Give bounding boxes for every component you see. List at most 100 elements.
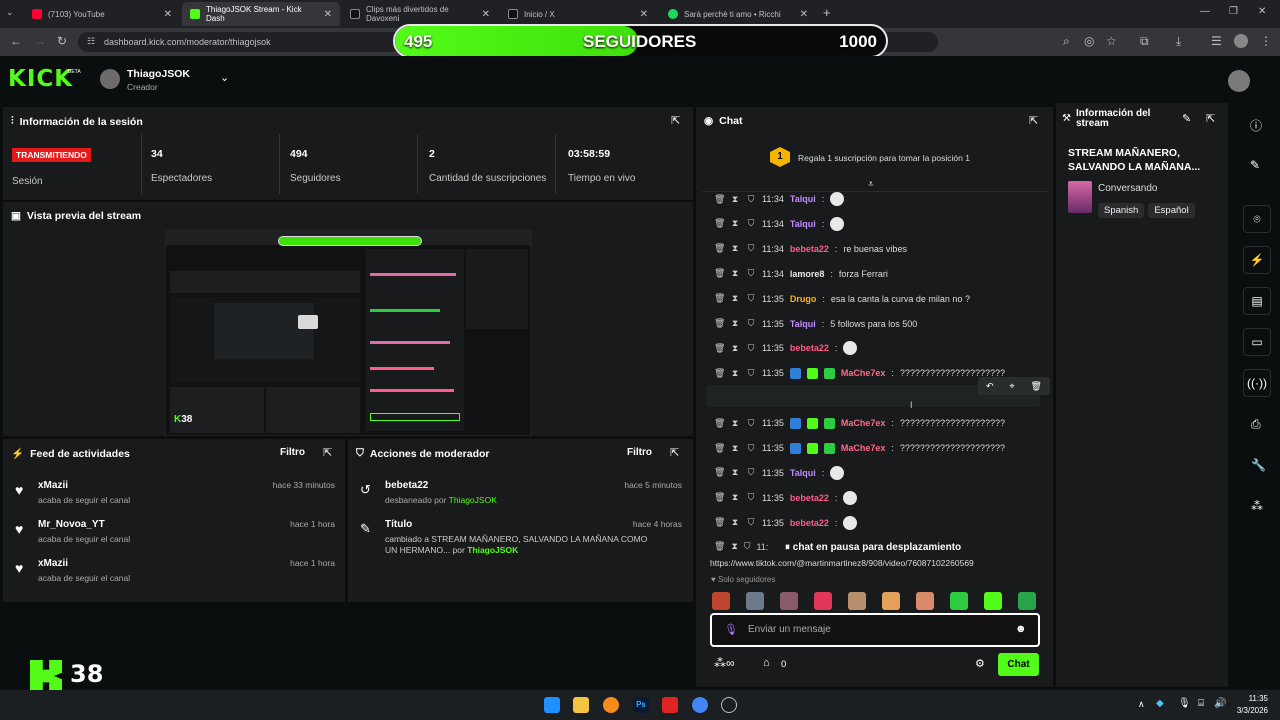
star-icon[interactable]: ☆: [1106, 34, 1117, 48]
pin-icon[interactable]: ⌖: [1010, 381, 1015, 392]
expand-icon[interactable]: ⇱: [1029, 114, 1038, 127]
trash-icon[interactable]: 🗑: [714, 218, 725, 229]
wps-icon[interactable]: [662, 697, 678, 713]
close-icon[interactable]: ✕: [324, 9, 332, 20]
trash-icon[interactable]: 🗑: [1031, 381, 1042, 392]
tab-x[interactable]: Inicio / X ✕: [500, 2, 656, 26]
emote-button[interactable]: [882, 592, 900, 610]
ban-icon[interactable]: ⛉: [746, 443, 756, 454]
gift-promo-text[interactable]: Regala 1 suscripción para tomar la posic…: [798, 153, 970, 163]
chat-paused-banner[interactable]: ⏸ chat en pausa para desplazamiento: [782, 542, 965, 553]
kick-logo[interactable]: KICK: [8, 66, 73, 92]
tray-overflow-icon[interactable]: ∧: [1138, 699, 1145, 710]
trash-icon[interactable]: 🗑: [714, 293, 725, 304]
site-info-icon[interactable]: ☷: [87, 36, 95, 47]
microphone-icon[interactable]: 🎙: [724, 623, 738, 636]
chat-message[interactable]: 🗑 ⧗ ⛉ 11:34 Talqui:: [714, 214, 845, 234]
back-icon[interactable]: ←: [10, 34, 22, 48]
chat-input[interactable]: 🎙 Enviar un mensaje ☻: [710, 613, 1040, 647]
chat-username[interactable]: Talqui: [790, 319, 816, 329]
info-icon[interactable]: ⓘ: [1250, 117, 1262, 134]
chat-username[interactable]: bebeta22: [790, 244, 829, 254]
obs-icon[interactable]: [721, 697, 737, 713]
points-icon[interactable]: ⁂∞: [714, 656, 735, 670]
trash-icon[interactable]: 🗑: [714, 243, 725, 254]
chat-username[interactable]: MaChe7ex: [841, 368, 886, 378]
chat-message[interactable]: 🗑 ⧗ ⛉ 11:34 Talqui:: [714, 189, 845, 209]
trash-icon[interactable]: 🗑: [714, 368, 725, 379]
emote-button[interactable]: [984, 592, 1002, 610]
trash-icon[interactable]: 🗑: [714, 194, 725, 205]
timeout-icon[interactable]: ⧗: [730, 218, 740, 229]
emoji-icon[interactable]: ☻: [1015, 623, 1027, 635]
reply-icon[interactable]: ↶: [986, 381, 994, 392]
emote-button[interactable]: [746, 592, 764, 610]
menu-icon[interactable]: ⋮: [1260, 34, 1272, 48]
ban-icon[interactable]: ⛉: [746, 293, 756, 304]
chat-message[interactable]: 🗑 ⧗ ⛉ 11:35 Talqui:: [714, 463, 845, 483]
category-name[interactable]: Conversando: [1098, 183, 1157, 194]
chat-username[interactable]: Talqui: [790, 468, 816, 478]
chat-message[interactable]: 🗑 ⧗ ⛉ 11:35 bebeta22:: [714, 513, 858, 533]
close-icon[interactable]: ✕: [800, 9, 808, 20]
expand-icon[interactable]: ⇱: [1206, 112, 1215, 125]
community-icon[interactable]: ⁂: [1251, 499, 1263, 513]
timeout-icon[interactable]: ⧗: [730, 467, 740, 478]
chat-message[interactable]: 🗑 ⧗ ⛉ 11:34 bebeta22: re buenas vibes: [714, 239, 907, 259]
chat-username[interactable]: Talqui: [790, 219, 816, 229]
filter-button[interactable]: Filtro: [627, 447, 652, 458]
minimize-icon[interactable]: —: [1200, 6, 1210, 17]
wrench-icon[interactable]: 🔧: [1251, 458, 1266, 472]
expand-icon[interactable]: ⇱: [671, 114, 680, 127]
category-thumbnail[interactable]: [1068, 181, 1092, 213]
emote-button[interactable]: [950, 592, 968, 610]
timeout-icon[interactable]: ⧗: [730, 318, 740, 329]
clipboard-icon[interactable]: ▤: [1243, 287, 1271, 315]
ban-icon[interactable]: ⛉: [746, 368, 756, 379]
timeout-icon[interactable]: ⧗: [730, 492, 740, 503]
trash-icon[interactable]: 🗑: [714, 268, 725, 279]
channel-avatar[interactable]: [100, 69, 120, 89]
tab-youtube[interactable]: (7103) YouTube ✕: [24, 2, 180, 26]
ban-icon[interactable]: ⛉: [746, 194, 756, 205]
tag[interactable]: Español: [1148, 203, 1195, 218]
file-explorer-icon[interactable]: [573, 697, 589, 713]
trash-icon[interactable]: 🗑: [714, 517, 725, 528]
trash-icon[interactable]: 🗑: [714, 443, 725, 454]
emote-button[interactable]: [712, 592, 730, 610]
ban-icon[interactable]: ⛉: [746, 418, 756, 429]
chat-message[interactable]: 🗑 ⧗ ⛉ 11:35 bebeta22:: [714, 488, 858, 508]
trash-icon[interactable]: 🗑: [714, 467, 725, 478]
close-window-icon[interactable]: ✕: [1258, 6, 1266, 17]
ban-icon[interactable]: ⛉: [746, 517, 756, 528]
trash-icon[interactable]: 🗑: [714, 492, 725, 503]
microphone-tray-icon[interactable]: 🎙: [1178, 698, 1191, 709]
timeout-icon[interactable]: ⧗: [730, 418, 740, 429]
tab-tiktok[interactable]: Clips más divertidos de Davoxeni ✕: [342, 2, 498, 26]
chat-message[interactable]: 🗑 ⧗ ⛉ 11:35 MaChe7ex:?????????????????????: [714, 413, 1005, 433]
store-icon[interactable]: ⌂: [763, 657, 770, 669]
chat-message[interactable]: 🗑 ⧗ ⛉ 11:35 Drugo: esa la canta la curva de m…: [714, 289, 970, 309]
ban-icon[interactable]: ⛉: [746, 467, 756, 478]
tag[interactable]: Spanish: [1098, 203, 1145, 218]
chat-settings-icon[interactable]: ⚙: [975, 657, 985, 670]
lightning-icon[interactable]: ⚡: [1243, 246, 1271, 274]
edit-icon[interactable]: ✎: [1182, 112, 1191, 125]
tab-kick-dashboard[interactable]: ThiagoJSOK Stream - Kick Dash ✕: [182, 2, 340, 26]
maximize-icon[interactable]: ❐: [1229, 6, 1238, 17]
emote-button[interactable]: [1018, 592, 1036, 610]
blender-icon[interactable]: [603, 697, 619, 713]
filter-button[interactable]: Filtro: [280, 447, 305, 458]
tab-spotify[interactable]: Sarà perchè ti amo • Ricchi ✕: [660, 2, 816, 26]
reload-icon[interactable]: ↻: [57, 34, 67, 48]
zoom-icon[interactable]: ⌕: [1063, 34, 1070, 49]
extensions-icon[interactable]: ⧉: [1140, 34, 1149, 49]
chat-link-message[interactable]: https://www.tiktok.com/@martinmartinez8/…: [710, 558, 1040, 568]
chat-username[interactable]: MaChe7ex: [841, 443, 886, 453]
mod-user[interactable]: ThiagoJSOK: [449, 495, 497, 505]
ban-icon[interactable]: ⛉: [746, 243, 756, 254]
trash-icon[interactable]: 🗑: [714, 318, 725, 329]
timeout-icon[interactable]: ⧗: [731, 541, 737, 552]
collapse-icon[interactable]: ⩡: [868, 179, 874, 190]
chat-message[interactable]: 🗑 ⧗ ⛉ 11:35 bebeta22:: [714, 338, 858, 358]
